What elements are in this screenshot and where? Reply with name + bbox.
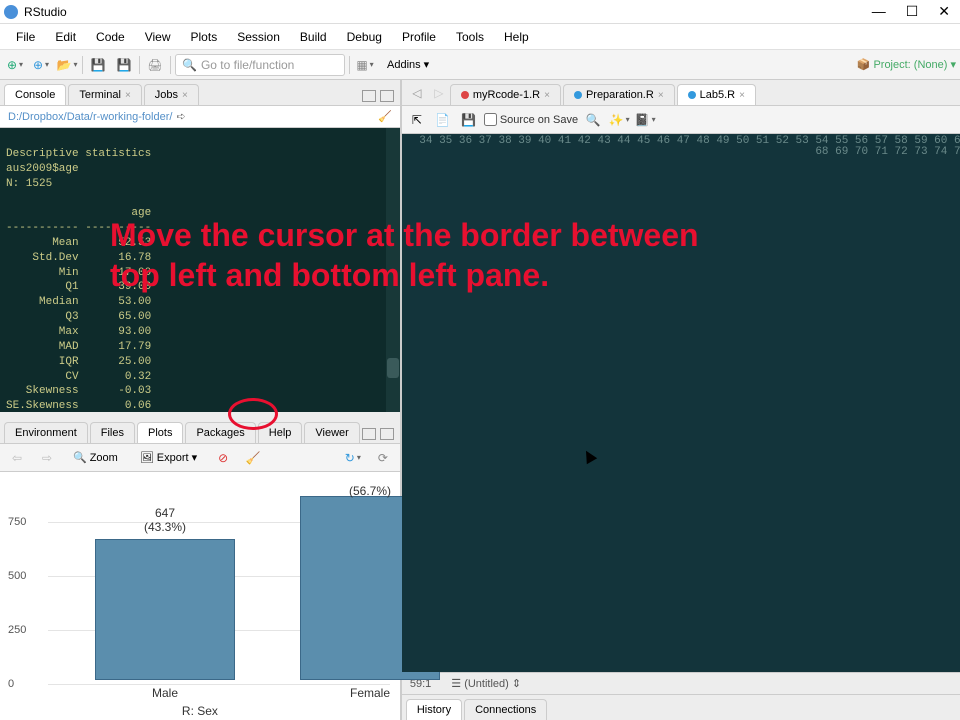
plot-zoom-button[interactable]: 🔍Zoom <box>66 448 125 467</box>
cat-label-male: Male <box>130 686 200 700</box>
plot-prev-icon[interactable]: ⇦ <box>6 447 28 469</box>
file-tab-0[interactable]: myRcode-1.R× <box>450 84 561 105</box>
menu-file[interactable]: File <box>6 26 45 48</box>
tab-environment[interactable]: Environment <box>4 422 88 443</box>
menu-view[interactable]: View <box>135 26 181 48</box>
minimize-icon[interactable]: — <box>872 3 886 20</box>
plot-refresh-icon[interactable]: ⟳ <box>372 447 394 469</box>
line-gutter: 34 35 36 37 38 39 40 41 42 43 44 45 46 4… <box>402 134 960 672</box>
window-title: RStudio <box>24 5 872 19</box>
pane-max-icon[interactable] <box>380 90 394 102</box>
plot-clear-icon[interactable]: 🧹 <box>242 447 264 469</box>
pane-min-icon[interactable] <box>362 428 376 440</box>
source-tabbar: ◁ ▷ myRcode-1.R× Preparation.R× Lab5.R× <box>402 80 960 106</box>
right-bottom-tabbar: History Connections <box>402 694 960 720</box>
tab-packages[interactable]: Packages <box>185 422 255 443</box>
search-icon: 🔍 <box>182 58 197 72</box>
console-tabbar: Console Terminal× Jobs× <box>0 80 400 106</box>
y-tick: 500 <box>8 570 26 582</box>
plot-remove-icon[interactable]: ⊘ <box>212 447 234 469</box>
menu-debug[interactable]: Debug <box>337 26 392 48</box>
menu-code[interactable]: Code <box>86 26 135 48</box>
open-file-button[interactable]: 📂 <box>56 54 78 76</box>
save-button[interactable]: 💾 <box>87 54 109 76</box>
bar-male <box>95 539 235 680</box>
zoom-icon: 🔍 <box>73 451 87 464</box>
plot-toolbar: ⇦ ⇨ 🔍Zoom 🖼Export ▾ ⊘ 🧹 ↻ ⟳ <box>0 444 400 472</box>
menubar: File Edit Code View Plots Session Build … <box>0 24 960 50</box>
source-editor[interactable]: 34 35 36 37 38 39 40 41 42 43 44 45 46 4… <box>402 134 960 672</box>
new-file-button[interactable]: ⊕ <box>4 54 26 76</box>
tab-connections[interactable]: Connections <box>464 699 547 720</box>
pane-max-icon[interactable] <box>380 428 394 440</box>
cat-label-female: Female <box>335 686 405 700</box>
menu-profile[interactable]: Profile <box>392 26 446 48</box>
console-clear-icon[interactable]: 🧹 <box>378 110 392 123</box>
menu-tools[interactable]: Tools <box>446 26 494 48</box>
y-tick: 250 <box>8 624 26 636</box>
tab-files[interactable]: Files <box>90 422 135 443</box>
app-logo-icon <box>4 5 18 19</box>
y-tick: 0 <box>8 678 14 690</box>
tab-plots[interactable]: Plots <box>137 422 183 443</box>
menu-session[interactable]: Session <box>227 26 290 48</box>
tab-console[interactable]: Console <box>4 84 66 105</box>
source-on-save-checkbox[interactable]: Source on Save <box>484 113 578 126</box>
src-show-icon[interactable]: 📄 <box>432 109 454 131</box>
plot-export-button[interactable]: 🖼Export ▾ <box>133 448 204 467</box>
new-project-button[interactable]: ⊕ <box>30 54 52 76</box>
bar-label-male: 647 (43.3%) <box>105 506 225 534</box>
goto-file-input[interactable]: 🔍 Go to file/function <box>175 54 345 76</box>
menu-plots[interactable]: Plots <box>181 26 228 48</box>
plot-area: 750 500 250 0 647 (43.3%) (56.7%) Male F… <box>0 472 400 720</box>
source-nav-fwd-icon[interactable]: ▷ <box>428 82 450 104</box>
save-all-button[interactable]: 💾 <box>113 54 135 76</box>
maximize-icon[interactable]: ☐ <box>906 3 919 20</box>
tab-jobs[interactable]: Jobs× <box>144 84 199 105</box>
file-tab-1[interactable]: Preparation.R× <box>563 84 675 105</box>
source-toolbar: ⇱ 📄 💾 Source on Save 🔍 ✨ 📓 → ↻ ↧Source ▾ <box>402 106 960 134</box>
x-axis-label: R: Sex <box>182 704 218 718</box>
menu-help[interactable]: Help <box>494 26 539 48</box>
titlebar: RStudio — ☐ ✕ <box>0 0 960 24</box>
src-wand-icon[interactable]: ✨ <box>608 109 630 131</box>
y-tick: 750 <box>8 516 26 528</box>
src-notebook-icon[interactable]: 📓 <box>634 109 656 131</box>
menu-build[interactable]: Build <box>290 26 337 48</box>
console-scrollbar[interactable] <box>386 128 400 412</box>
plot-publish-icon[interactable]: ↻ <box>342 447 364 469</box>
file-tab-2[interactable]: Lab5.R× <box>677 84 756 105</box>
section-nav[interactable]: ☰ (Untitled) ⇕ <box>451 677 521 690</box>
tab-history[interactable]: History <box>406 699 462 720</box>
src-find-icon[interactable]: 🔍 <box>582 109 604 131</box>
tab-help[interactable]: Help <box>258 422 303 443</box>
console-path-arrow-icon[interactable]: ➪ <box>176 110 185 123</box>
plot-next-icon[interactable]: ⇨ <box>36 447 58 469</box>
project-label[interactable]: 📦 Project: (None) ▾ <box>857 58 956 71</box>
source-nav-back-icon[interactable]: ◁ <box>406 82 428 104</box>
print-button[interactable]: 🖨 <box>144 54 166 76</box>
source-statusbar: 59:1 ☰ (Untitled) ⇕ R Script ⇕ <box>402 672 960 694</box>
close-icon[interactable]: ✕ <box>938 3 950 20</box>
main-toolbar: ⊕ ⊕ 📂 💾 💾 🖨 🔍 Go to file/function ▦ Addi… <box>0 50 960 80</box>
console-path: D:/Dropbox/Data/r-working-folder/ ➪ 🧹 <box>0 106 400 128</box>
src-popout-icon[interactable]: ⇱ <box>406 109 428 131</box>
src-save-icon[interactable]: 💾 <box>458 109 480 131</box>
plots-tabbar: Environment Files Plots Packages Help Vi… <box>0 418 400 444</box>
pane-min-icon[interactable] <box>362 90 376 102</box>
tab-viewer[interactable]: Viewer <box>304 422 359 443</box>
console-output[interactable]: Descriptive statistics aus2009$age N: 15… <box>0 128 400 412</box>
grid-button[interactable]: ▦ <box>354 54 376 76</box>
addins-button[interactable]: Addins ▾ <box>380 55 436 74</box>
export-icon: 🖼 <box>140 451 154 464</box>
tab-terminal[interactable]: Terminal× <box>68 84 141 105</box>
menu-edit[interactable]: Edit <box>45 26 86 48</box>
